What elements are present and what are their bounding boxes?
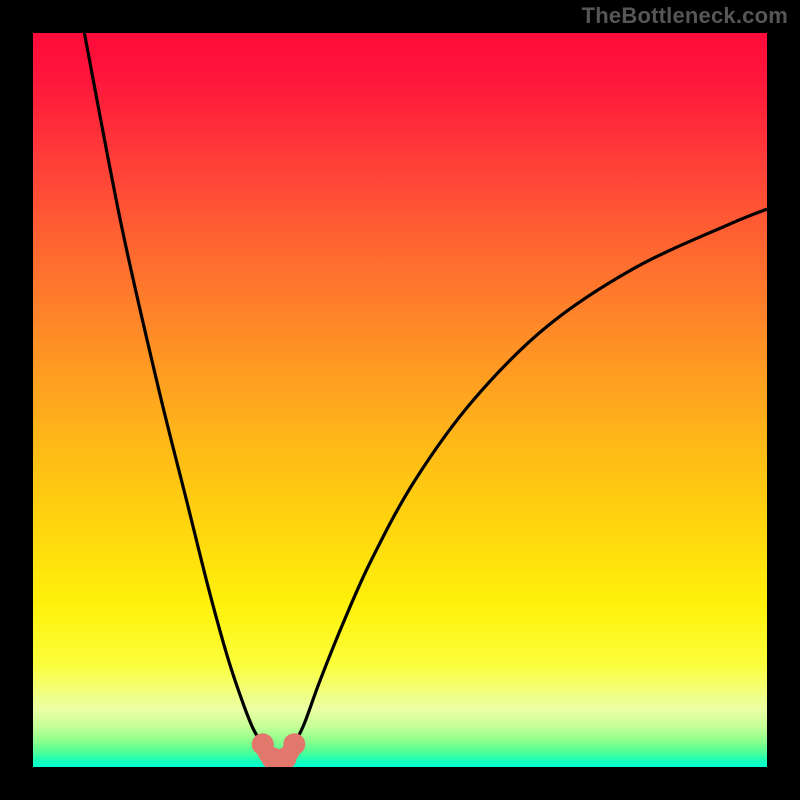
trough-markers <box>252 733 306 767</box>
chart-frame: TheBottleneck.com <box>0 0 800 800</box>
attribution-label: TheBottleneck.com <box>582 3 788 29</box>
curve-right-branch <box>294 209 767 744</box>
plot-area <box>33 33 767 767</box>
curve-layer <box>33 33 767 767</box>
trough-marker <box>283 733 305 755</box>
curve-left-branch <box>84 33 262 744</box>
